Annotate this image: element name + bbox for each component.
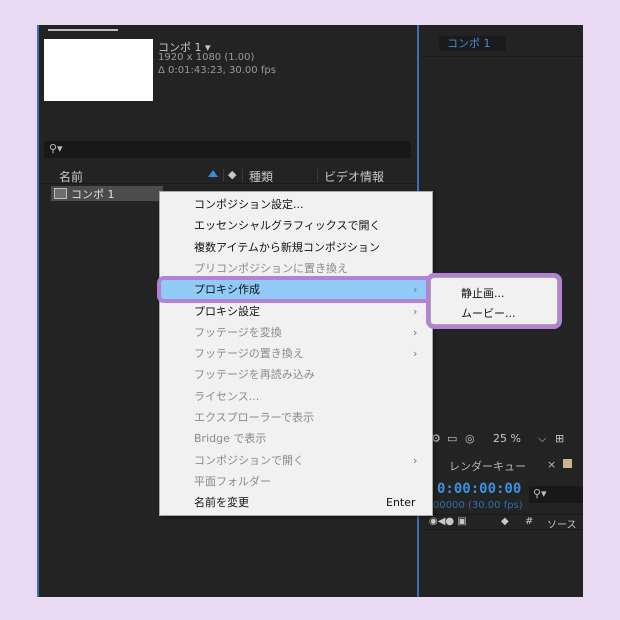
composition-icon [54, 188, 67, 199]
menu-item-label: 名前を変更 [194, 496, 249, 510]
region-icon[interactable]: ⊞ [555, 432, 564, 445]
project-column-header: 名前 ◆ 種類 ビデオ情報 [37, 167, 417, 184]
column-type[interactable]: 種類 [249, 168, 273, 185]
chevron-right-icon: › [413, 304, 418, 318]
zoom-select[interactable]: 25 % [493, 432, 521, 445]
menu-item-3: プリコンポジションに置き換え [160, 258, 432, 279]
project-item-label: コンポ 1 [71, 188, 115, 201]
menu-item-label: プリコンポジションに置き換え [194, 261, 348, 275]
menu-item-2[interactable]: 複数アイテムから新規コンポジション [160, 237, 432, 258]
project-search-input[interactable]: ⚲▾ [44, 141, 411, 158]
column-name[interactable]: 名前 [59, 168, 83, 185]
viewer-divider [421, 56, 583, 57]
chevron-down-icon[interactable]: ⌵ [538, 432, 546, 446]
column-separator [317, 169, 318, 182]
comp-color-label [563, 459, 572, 468]
menu-item-label: エッセンシャルグラフィックスで開く [194, 219, 381, 233]
label-tag-icon[interactable]: ◆ [228, 168, 236, 181]
menu-item-label: フッテージを変換 [194, 325, 282, 339]
close-icon[interactable]: × [547, 458, 556, 471]
menu-item-12: コンポジションで開く › [160, 450, 432, 471]
chevron-right-icon: › [413, 283, 418, 297]
menu-item-movie[interactable]: ムービー... [461, 305, 516, 321]
tab-composition-viewer[interactable]: コンポ 1 [439, 36, 506, 51]
menu-item-still-image[interactable]: 静止画... [461, 285, 505, 301]
timeline-search-input[interactable]: ⚲▾ [529, 486, 583, 503]
menu-item-14[interactable]: 名前を変更 Enter [160, 492, 432, 513]
menu-item-label: Bridge で表示 [194, 432, 267, 446]
menu-item-11: Bridge で表示 [160, 428, 432, 449]
sort-ascending-icon[interactable] [208, 170, 218, 177]
viewer-toolbar: ⚙ ▭ ◎ 25 % ⌵ ⊞ [421, 429, 583, 449]
proxy-submenu: 静止画... ムービー... [426, 273, 562, 329]
column-source[interactable]: ソース [547, 516, 577, 531]
monitor-icon[interactable]: ▭ [447, 432, 457, 445]
context-menu: コンポジション設定... エッセンシャルグラフィックスで開く 複数アイテムから新規コ… [157, 191, 435, 516]
frame-rate-display: 00000 (30.00 fps) [433, 500, 523, 511]
menu-item-label: 複数アイテムから新規コンポジション [194, 240, 380, 254]
project-item-row[interactable]: コンポ 1 [51, 186, 163, 201]
column-separator [242, 169, 243, 182]
timeline-column-header: ◉◀● ▣ ◆ # ソース [421, 514, 583, 531]
menu-item-label: 平面フォルダー [194, 474, 271, 488]
menu-item-label: プロキシ作成 [194, 283, 260, 297]
mask-icon[interactable]: ◎ [465, 432, 475, 445]
comp-resolution: 1920 x 1080 (1.00) [158, 52, 255, 63]
menu-item-label: コンポジション設定... [194, 198, 304, 211]
menu-item-label: フッテージを再読み込み [194, 368, 315, 382]
column-video-info[interactable]: ビデオ情報 [324, 168, 384, 185]
menu-item-5[interactable]: プロキシ設定 › [160, 301, 432, 322]
comp-thumbnail [44, 39, 153, 101]
menu-item-label: エクスプローラーで表示 [194, 411, 315, 424]
current-time-display[interactable]: 0:00:00:00 [437, 481, 521, 497]
menu-item-label: プロキシ設定 [194, 304, 260, 318]
menu-item-10: エクスプローラーで表示 [160, 407, 432, 428]
panel-focus-border [37, 25, 39, 597]
menu-item-label: ライセンス... [194, 389, 260, 403]
menu-item-1[interactable]: エッセンシャルグラフィックスで開く [160, 215, 432, 236]
search-icon: ⚲▾ [49, 142, 63, 155]
menu-item-shortcut: Enter [386, 496, 416, 510]
chevron-right-icon: › [413, 325, 418, 339]
menu-item-0[interactable]: コンポジション設定... [160, 194, 432, 215]
chevron-right-icon: › [413, 347, 418, 361]
menu-item-6: フッテージを変換 › [160, 322, 432, 343]
menu-item-9: ライセンス... [160, 386, 432, 407]
comp-duration: Δ 0:01:43:23, 30.00 fps [158, 65, 276, 76]
menu-item-4[interactable]: プロキシ作成 › [157, 276, 435, 304]
menu-item-8: フッテージを再読み込み [160, 364, 432, 385]
menu-item-7: フッテージの置き換え › [160, 343, 432, 364]
menu-item-label: フッテージの置き換え [194, 347, 304, 361]
column-separator [223, 169, 224, 182]
search-icon: ⚲▾ [533, 487, 547, 500]
label-tag-icon[interactable]: ◆ [501, 516, 509, 527]
visibility-icons[interactable]: ◉◀● ▣ [429, 516, 467, 527]
tab-render-queue[interactable]: レンダーキュー [449, 458, 526, 474]
column-number: # [525, 516, 534, 527]
menu-item-label: コンポジションで開く [194, 453, 304, 467]
chevron-right-icon: › [413, 453, 418, 467]
menu-item-13: 平面フォルダー [160, 471, 432, 492]
project-tab-indicator [48, 29, 118, 31]
